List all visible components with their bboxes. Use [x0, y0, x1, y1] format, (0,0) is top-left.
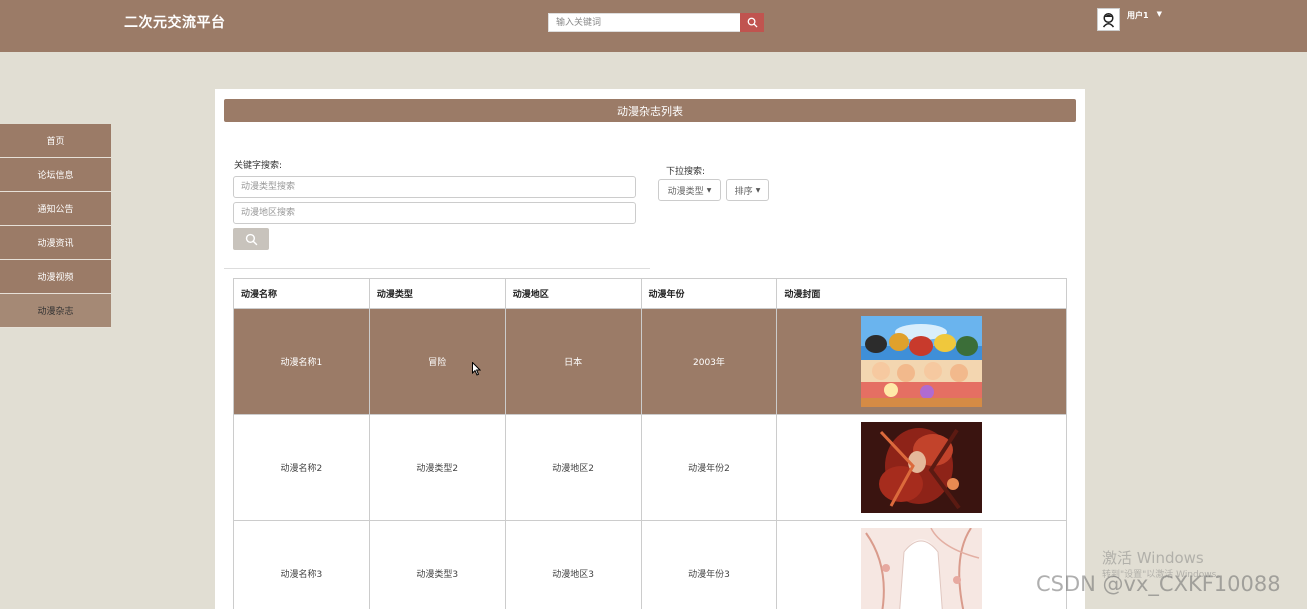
search-icon	[747, 17, 758, 28]
keyword-search-button[interactable]	[233, 228, 269, 250]
cell-name: 动漫名称3	[234, 521, 370, 609]
column-header-cover: 动漫封面	[777, 279, 1068, 309]
csdn-watermark: CSDN @vx_CXKF10088	[1036, 572, 1281, 596]
cell-region: 动漫地区2	[505, 415, 642, 521]
divider	[224, 268, 650, 269]
sidebar-item-magazine[interactable]: 动漫杂志	[0, 294, 111, 328]
cell-name: 动漫名称1	[234, 309, 370, 415]
cell-cover	[777, 415, 1068, 521]
table-row[interactable]: 动漫名称2 动漫类型2 动漫地区2 动漫年份2	[234, 415, 1068, 521]
page-title: 动漫杂志列表	[224, 99, 1076, 122]
sidebar-item-home[interactable]: 首页	[0, 124, 111, 158]
sidebar-item-forum[interactable]: 论坛信息	[0, 158, 111, 192]
sidebar-item-news[interactable]: 动漫资讯	[0, 226, 111, 260]
cover-image[interactable]	[861, 316, 983, 407]
cell-region: 动漫地区3	[506, 521, 642, 609]
cell-cover	[777, 309, 1068, 415]
cell-year: 动漫年份3	[642, 521, 778, 609]
cover-image[interactable]	[861, 422, 983, 513]
user-name[interactable]: 用户1	[1127, 10, 1149, 21]
top-navbar: 二次元交流平台 用户1 ▼	[0, 0, 1307, 52]
sidebar-item-video[interactable]: 动漫视频	[0, 260, 111, 294]
table-row[interactable]: 动漫名称3 动漫类型3 动漫地区3 动漫年份3	[234, 521, 1068, 609]
cell-year: 动漫年份2	[641, 415, 778, 521]
caret-down-icon: ▼	[706, 186, 712, 194]
cover-image[interactable]	[861, 528, 983, 609]
site-brand[interactable]: 二次元交流平台	[124, 12, 226, 32]
magazine-table: 动漫名称 动漫类型 动漫地区 动漫年份 动漫封面 动漫名称1 冒险 日本 200…	[233, 278, 1068, 609]
windows-activation-watermark: 激活 Windows	[1102, 549, 1204, 567]
sort-dropdown[interactable]: 排序 ▼	[726, 179, 769, 201]
cell-cover	[777, 521, 1068, 609]
type-search-input[interactable]	[233, 176, 636, 198]
cell-year: 2003年	[641, 309, 778, 415]
keyword-search-label: 关键字搜索:	[234, 161, 283, 171]
avatar[interactable]	[1097, 8, 1120, 31]
dropdown-search-label: 下拉搜索:	[666, 167, 706, 177]
sort-dropdown-label: 排序	[734, 186, 753, 197]
search-icon	[245, 233, 257, 245]
header-search	[548, 13, 764, 32]
sidebar: 首页 论坛信息 通知公告 动漫资讯 动漫视频 动漫杂志	[0, 124, 111, 328]
mouse-cursor-icon	[472, 362, 481, 376]
table-header-row: 动漫名称 动漫类型 动漫地区 动漫年份 动漫封面	[234, 279, 1068, 309]
header-search-button[interactable]	[740, 13, 764, 32]
table-row[interactable]: 动漫名称1 冒险 日本 2003年	[234, 309, 1068, 415]
type-dropdown[interactable]: 动漫类型 ▼	[658, 179, 721, 201]
column-header-year: 动漫年份	[641, 279, 778, 309]
column-header-type: 动漫类型	[369, 279, 506, 309]
cell-type: 动漫类型3	[370, 521, 506, 609]
user-menu[interactable]: 用户1 ▼	[1097, 8, 1162, 31]
user-avatar-icon	[1102, 12, 1115, 28]
cell-region: 日本	[505, 309, 642, 415]
column-header-name: 动漫名称	[234, 279, 370, 309]
header-search-input[interactable]	[548, 13, 740, 32]
cell-type: 冒险	[369, 309, 506, 415]
chevron-down-icon[interactable]: ▼	[1157, 10, 1162, 18]
caret-down-icon: ▼	[755, 186, 761, 194]
cell-type: 动漫类型2	[369, 415, 506, 521]
column-header-region: 动漫地区	[505, 279, 642, 309]
sidebar-item-notice[interactable]: 通知公告	[0, 192, 111, 226]
cell-name: 动漫名称2	[234, 415, 370, 521]
main-panel: 动漫杂志列表 关键字搜索: 下拉搜索: 动漫类型 ▼ 排序 ▼ 动漫名称 动漫类…	[215, 89, 1085, 609]
type-dropdown-label: 动漫类型	[667, 186, 704, 197]
region-search-input[interactable]	[233, 202, 636, 224]
